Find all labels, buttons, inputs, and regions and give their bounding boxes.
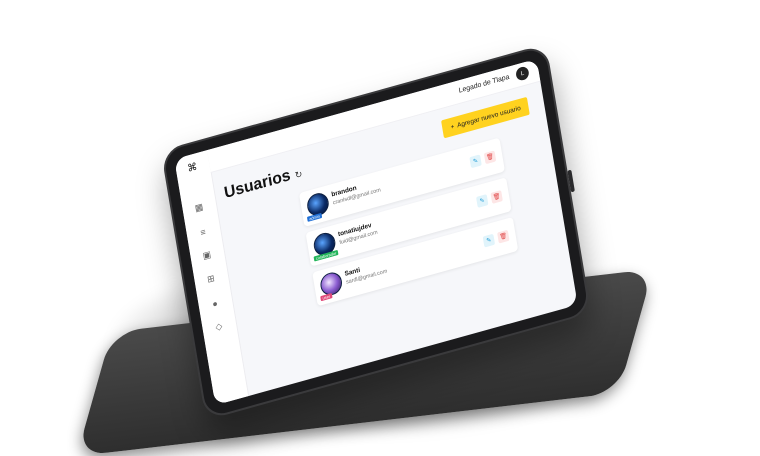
role-badge: user <box>320 293 333 302</box>
edit-icon[interactable]: ✎ <box>476 194 489 208</box>
refresh-icon[interactable]: ↻ <box>294 169 303 182</box>
delete-icon[interactable]: 🗑 <box>497 229 510 244</box>
edit-icon[interactable]: ✎ <box>482 233 496 248</box>
add-user-label: Agregar nuevo usuario <box>456 104 522 129</box>
delete-icon[interactable]: 🗑 <box>483 150 497 165</box>
tag-icon[interactable]: ◇ <box>213 320 225 334</box>
edit-icon[interactable]: ✎ <box>469 154 482 169</box>
delete-icon[interactable]: 🗑 <box>490 190 503 204</box>
user-avatar[interactable]: L <box>515 65 530 82</box>
page-title: Usuarios <box>222 166 292 203</box>
logo-icon[interactable]: ⌘ <box>186 161 198 175</box>
table-icon[interactable]: ⊞ <box>205 272 217 286</box>
layers-icon[interactable]: ≡ <box>197 225 209 239</box>
role-badge: admin <box>306 212 323 222</box>
image-icon[interactable]: ▣ <box>201 249 213 263</box>
grid-icon[interactable]: ▦ <box>193 201 205 215</box>
side-button <box>567 169 575 193</box>
user-icon[interactable]: ● <box>209 296 221 310</box>
current-user-name: Legado de Tlapa <box>458 73 510 95</box>
plus-icon: + <box>450 122 455 131</box>
